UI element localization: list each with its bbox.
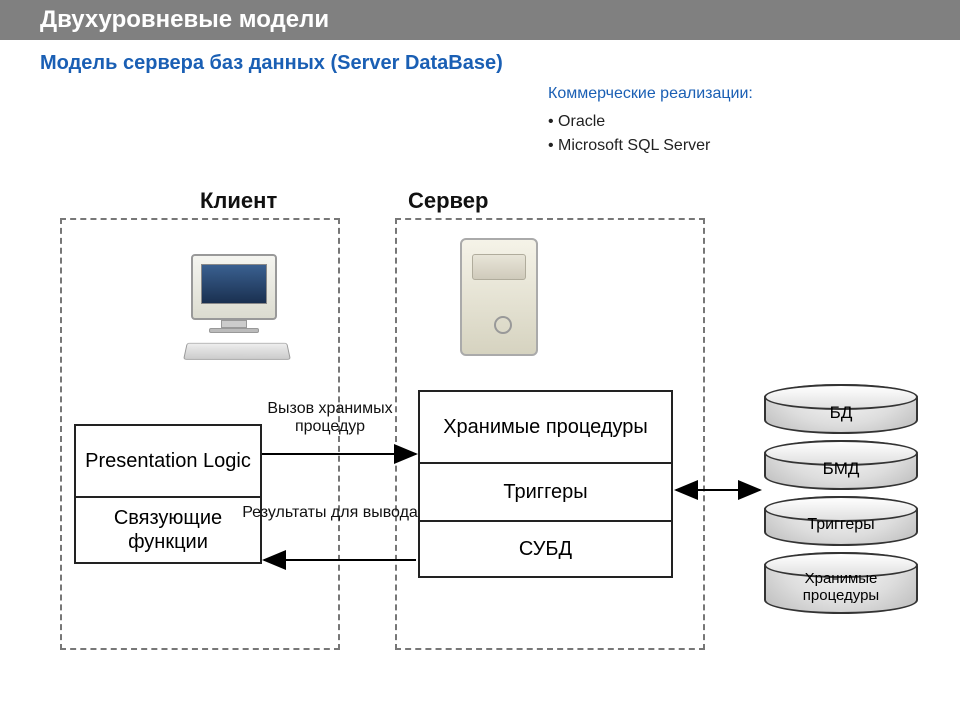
slide-title: Двухуровневые модели bbox=[0, 0, 960, 40]
architecture-diagram: Клиент Сервер Presentation Logic Связующ… bbox=[0, 190, 960, 690]
stored-procedures-box: Хранимые процедуры bbox=[418, 390, 673, 464]
db-cylinder: БД bbox=[764, 384, 918, 434]
implementation-item: Oracle bbox=[548, 113, 753, 131]
arrow-label-results: Результаты для вывода bbox=[240, 504, 420, 522]
slide-subtitle: Модель сервера баз данных (Server DataBa… bbox=[0, 40, 960, 79]
stored-proc-cylinder: Хранимые процедуры bbox=[764, 552, 918, 614]
implementation-item: Microsoft SQL Server bbox=[548, 137, 753, 155]
bmd-cylinder: БМД bbox=[764, 440, 918, 490]
client-label: Клиент bbox=[200, 188, 277, 214]
dbms-box: СУБД bbox=[418, 522, 673, 578]
triggers-box: Триггеры bbox=[418, 464, 673, 522]
implementations-heading: Коммерческие реализации: bbox=[548, 85, 753, 103]
server-tower-icon bbox=[460, 238, 538, 356]
server-label: Сервер bbox=[408, 188, 488, 214]
client-pc-icon bbox=[185, 254, 305, 364]
presentation-logic-box: Presentation Logic bbox=[74, 424, 262, 498]
arrow-label-call: Вызов хранимых процедур bbox=[240, 400, 420, 436]
binding-functions-box: Связующие функции bbox=[74, 498, 262, 564]
triggers-cylinder: Триггеры bbox=[764, 496, 918, 546]
implementations-block: Коммерческие реализации: Oracle Microsof… bbox=[548, 85, 753, 161]
